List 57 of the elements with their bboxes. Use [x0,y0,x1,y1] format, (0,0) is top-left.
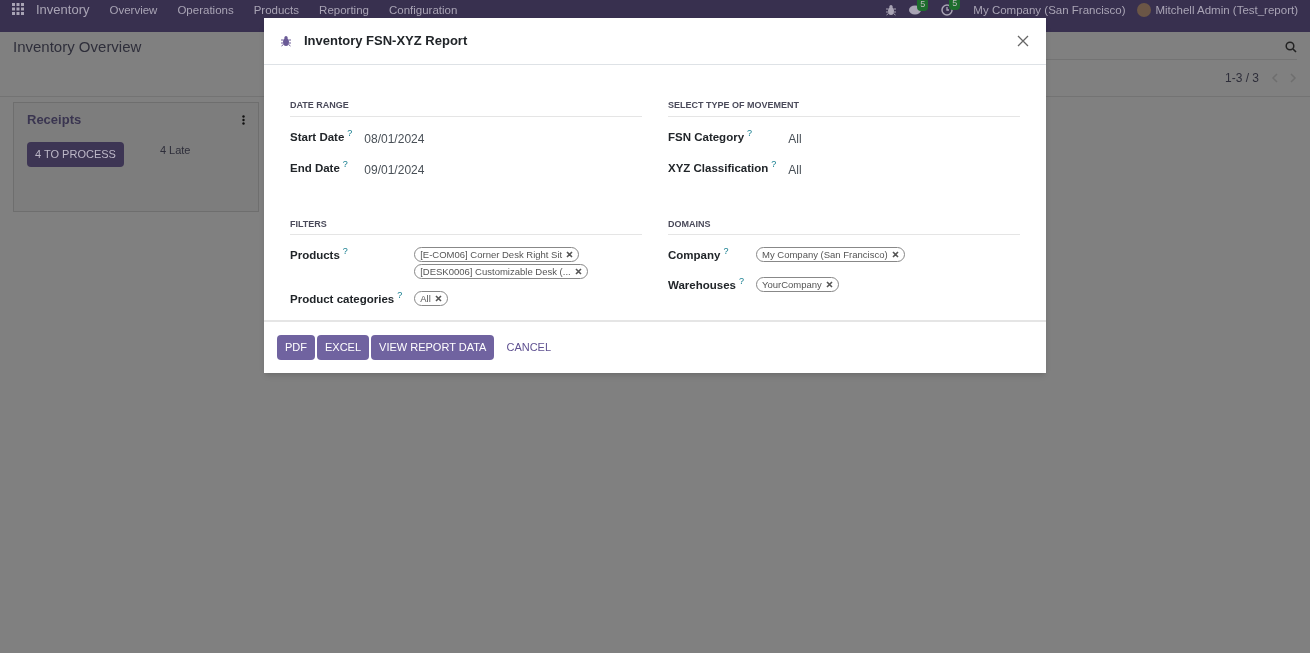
late-link[interactable]: 4 Late [159,141,191,158]
apps-icon[interactable] [12,3,24,15]
menu-item[interactable]: Reporting [319,3,369,17]
close-icon [1017,35,1029,47]
menu-item[interactable]: Configuration [388,3,458,17]
process-button[interactable]: 4 TO PROCESS [27,141,124,167]
bug-icon [885,4,898,16]
remove-icon[interactable] [574,268,582,276]
field-label: FSN Category [668,129,745,145]
company-name[interactable]: My Company (San Francisco) [973,3,1126,17]
help-mark[interactable]: ? [771,159,777,169]
more-icon[interactable] [242,114,245,125]
menu-item[interactable]: Overview [109,3,158,17]
field-value[interactable]: 08/01/2024 [364,128,642,148]
action-button[interactable]: VIEW REPORT DATA [371,335,495,360]
page-title: Inventory Overview [13,36,142,57]
section-title: SELECT TYPE OF MOVEMENT [668,99,1020,117]
menu-item[interactable]: Operations [177,3,234,17]
help-mark[interactable]: ? [342,247,348,257]
remove-icon[interactable] [434,295,442,303]
remove-icon[interactable] [891,251,899,259]
search-icon[interactable] [1285,41,1297,53]
field-label: Products [290,248,340,264]
section-title: DOMAINS [668,217,1020,236]
count-badge: 5 [949,0,961,10]
count-badge: 5 [917,0,929,11]
field-label: End Date [290,160,340,176]
bug-icon [280,35,292,47]
remove-icon[interactable] [566,251,574,259]
field-label: Product categories [290,292,395,308]
close-button[interactable] [1016,34,1030,48]
app-name[interactable]: Inventory [36,3,90,17]
dialog-title: Inventory FSN-XYZ Report [304,32,468,51]
field-value[interactable]: All [788,159,1020,179]
field-value[interactable]: 09/01/2024 [364,159,642,179]
field-value[interactable]: All [788,128,1020,148]
field-label: Start Date [290,129,345,145]
clock-icon[interactable] [941,4,954,16]
card-title: Receipts [27,111,82,129]
remove-icon[interactable] [825,280,833,288]
help-mark[interactable]: ? [723,247,729,257]
pager: 1-3 / 3 [1224,70,1259,87]
help-mark[interactable]: ? [347,128,353,138]
field-label: XYZ Classification [668,160,769,176]
field-label: Company [668,248,721,264]
user-name[interactable]: Mitchell Admin (Test_report) [1155,3,1298,17]
field-label: Warehouses [668,277,736,293]
action-button[interactable]: PDF [277,335,315,360]
cancel-link[interactable]: CANCEL [496,335,562,360]
menu-item[interactable]: Products [253,3,300,17]
action-button[interactable]: EXCEL [317,335,370,360]
help-mark[interactable]: ? [342,159,348,169]
help-mark[interactable]: ? [397,291,403,301]
help-mark[interactable]: ? [738,276,744,286]
section-title: DATE RANGE [290,99,642,117]
section-title: FILTERS [290,217,642,236]
help-mark[interactable]: ? [747,128,753,138]
